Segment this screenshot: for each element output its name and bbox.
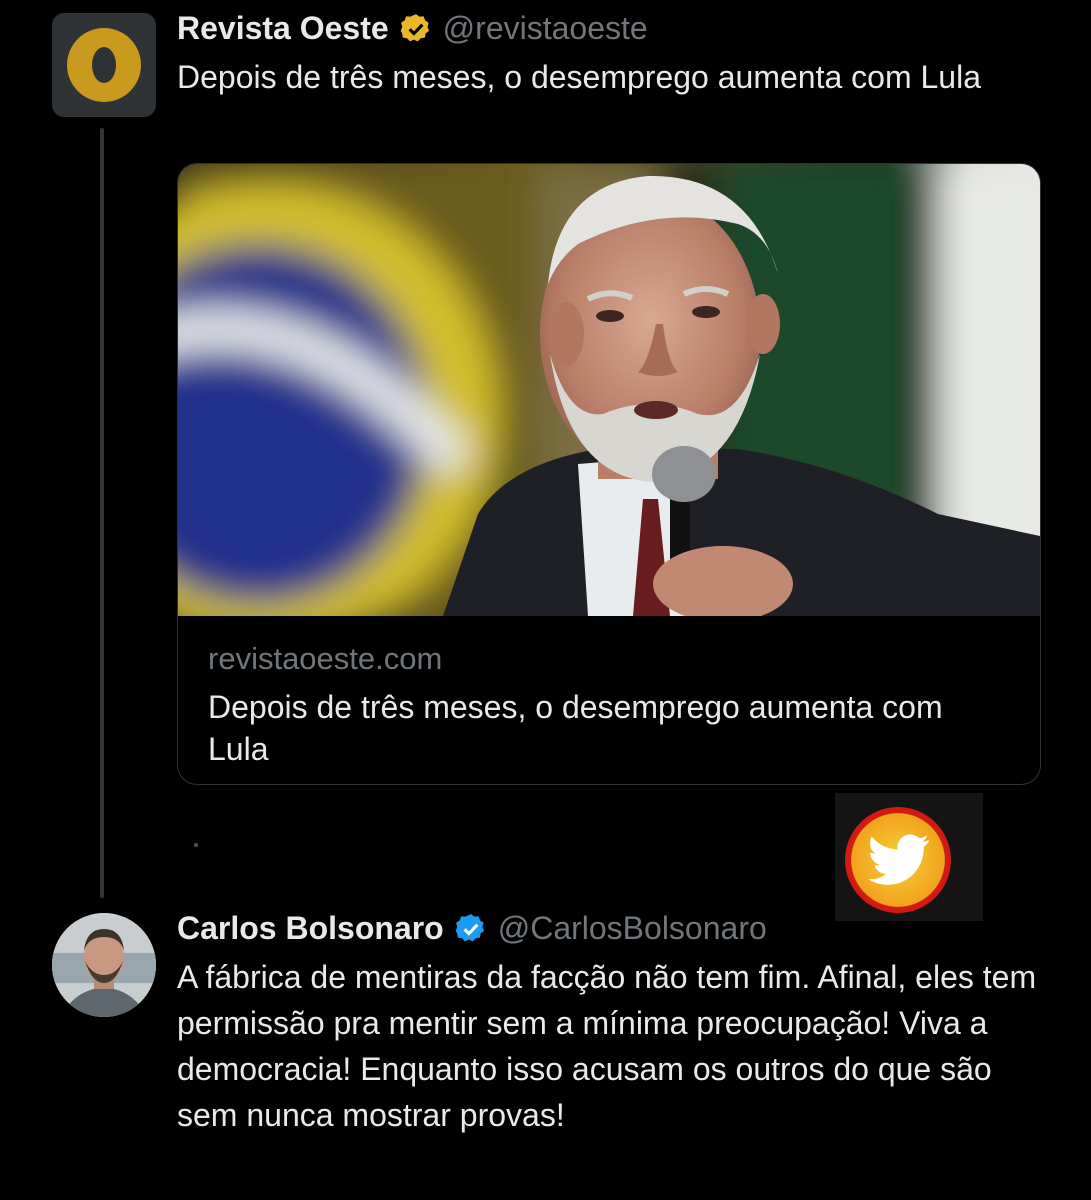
sticker: [835, 793, 983, 921]
card-image: [178, 164, 1040, 616]
display-name[interactable]: Revista Oeste: [177, 10, 389, 47]
logo-hole: [92, 47, 116, 83]
card-photo: [178, 164, 1040, 616]
avatar[interactable]: [52, 913, 156, 1017]
tweet-header: Carlos Bolsonaro @CarlosBolsonaro: [177, 910, 767, 947]
handle[interactable]: @CarlosBolsonaro: [498, 910, 767, 947]
link-card[interactable]: revistaoeste.com Depois de três meses, o…: [177, 163, 1041, 785]
bird-icon: [868, 834, 929, 885]
verified-gold-icon: [400, 13, 429, 41]
card-domain: revistaoeste.com: [208, 641, 443, 676]
avatar[interactable]: [52, 13, 156, 117]
handle[interactable]: @revistaoeste: [443, 10, 648, 47]
card-title: Depois de três meses, o desemprego aumen…: [208, 689, 943, 767]
tweet-header: Revista Oeste @revistaoeste: [177, 10, 648, 47]
dot: [194, 843, 198, 847]
display-name[interactable]: Carlos Bolsonaro: [177, 910, 444, 947]
avatar-photo: [52, 913, 156, 1017]
thread-line: [100, 128, 104, 898]
verified-blue-icon: [455, 913, 484, 941]
tweet-text: Depois de três meses, o desemprego aumen…: [177, 59, 981, 95]
tweet-text: A fábrica de mentiras da facção não tem …: [177, 959, 1037, 1133]
